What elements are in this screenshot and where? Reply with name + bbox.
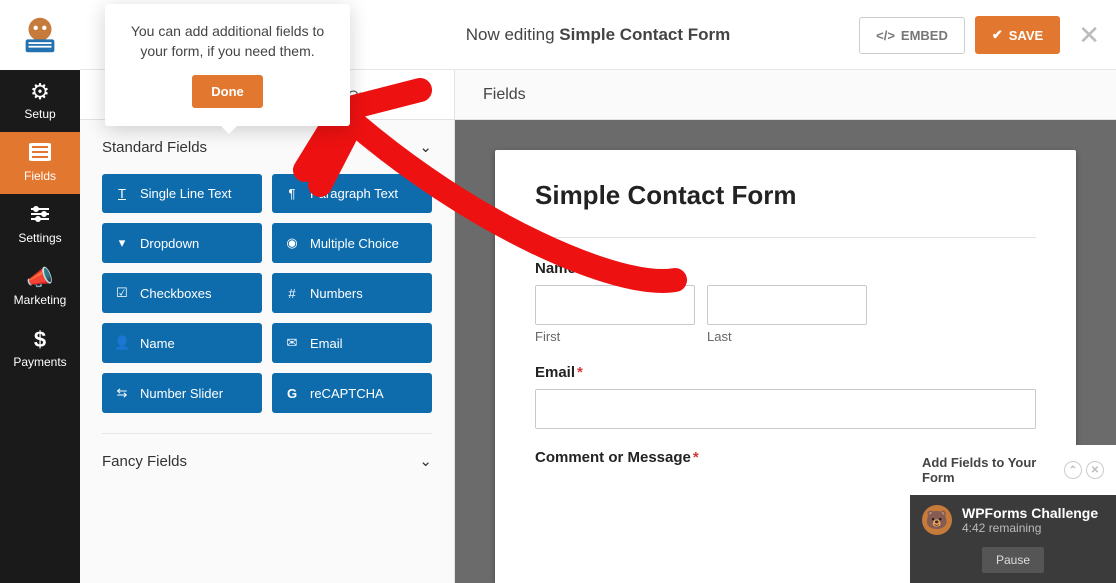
challenge-title: WPForms Challenge [962,505,1098,521]
nav-label: Fields [24,169,56,183]
field-name-preview[interactable]: Name* First Last [535,260,1036,344]
close-icon[interactable]: ✕ [1078,20,1100,51]
dropdown-icon: ▾ [114,235,130,251]
challenge-remaining: 4:42 remaining [962,521,1098,535]
field-label: Name* [535,260,1036,277]
onboarding-popover: You can add additional fields to your fo… [105,4,350,126]
pause-button[interactable]: Pause [982,547,1044,573]
chevron-right-icon: › [404,89,408,101]
text-icon: T [114,186,130,201]
sliders-icon [29,205,51,227]
paragraph-icon: ¶ [284,186,300,201]
hash-icon: # [284,286,300,301]
field-recaptcha[interactable]: GreCAPTCHA [272,373,432,413]
field-dropdown[interactable]: ▾Dropdown [102,223,262,263]
nav-label: Marketing [14,293,67,307]
person-icon: 👤 [114,335,130,351]
code-icon: </> [876,28,895,43]
collapse-icon[interactable]: ⌃ [1064,461,1082,479]
chevron-down-icon: ⌄ [419,138,432,156]
field-number-slider[interactable]: ⇆Number Slider [102,373,262,413]
preview-bar: Fields [455,70,1116,120]
section-standard-fields[interactable]: Standard Fields ⌄ [80,120,454,174]
nav-label: Setup [24,107,55,121]
field-checkboxes[interactable]: ☑Checkboxes [102,273,262,313]
field-paragraph-text[interactable]: ¶Paragraph Text [272,174,432,213]
divider [535,237,1036,238]
first-sublabel: First [535,329,695,344]
list-icon [29,143,51,165]
challenge-header: Add Fields to Your Form ⌃ ✕ [910,445,1116,495]
nav-label: Settings [18,231,61,245]
last-sublabel: Last [707,329,867,344]
close-icon[interactable]: ✕ [1086,461,1104,479]
form-title: Simple Contact Form [535,180,1036,211]
slider-icon: ⇆ [114,385,130,401]
field-multiple-choice[interactable]: ◉Multiple Choice [272,223,432,263]
header-title: Now editing Simple Contact Form [466,25,731,45]
field-name[interactable]: 👤Name [102,323,262,363]
field-single-line-text[interactable]: TSingle Line Text [102,174,262,213]
recaptcha-icon: G [284,386,300,401]
envelope-icon: ✉ [284,335,300,351]
popover-text: You can add additional fields to your fo… [125,22,330,61]
checkbox-icon: ☑ [114,285,130,301]
first-name-input[interactable] [535,285,695,325]
save-button[interactable]: ✔ SAVE [975,16,1060,54]
nav-marketing[interactable]: 📣 Marketing [0,256,80,318]
radio-icon: ◉ [284,235,300,251]
field-email-preview[interactable]: Email* [535,364,1036,429]
nav-label: Payments [13,355,66,369]
field-email[interactable]: ✉Email [272,323,432,363]
dollar-icon: $ [34,329,46,351]
challenge-widget: Add Fields to Your Form ⌃ ✕ 🐻 WPForms Ch… [910,445,1116,583]
standard-fields-grid: TSingle Line Text ¶Paragraph Text ▾Dropd… [80,174,454,433]
embed-button[interactable]: </> EMBED [859,17,965,54]
field-numbers[interactable]: #Numbers [272,273,432,313]
nav-settings[interactable]: Settings [0,194,80,256]
check-icon: ✔ [992,27,1003,43]
gear-icon: ⚙ [30,81,50,103]
fields-panel: Add Fields ⌄ Field Options › Standard Fi… [80,70,455,583]
section-fancy-fields[interactable]: Fancy Fields ⌄ [80,434,454,488]
field-label: Email* [535,364,1036,381]
challenge-logo: 🐻 [922,505,952,535]
megaphone-icon: 📣 [26,267,53,289]
nav-payments[interactable]: $ Payments [0,318,80,380]
brand-logo [0,0,80,70]
last-name-input[interactable] [707,285,867,325]
nav-setup[interactable]: ⚙ Setup [0,70,80,132]
chevron-down-icon: ⌄ [419,452,432,470]
done-button[interactable]: Done [192,75,263,108]
sidebar: ⚙ Setup Fields Settings 📣 Marketing $ Pa… [0,0,80,583]
email-input[interactable] [535,389,1036,429]
nav-fields[interactable]: Fields [0,132,80,194]
